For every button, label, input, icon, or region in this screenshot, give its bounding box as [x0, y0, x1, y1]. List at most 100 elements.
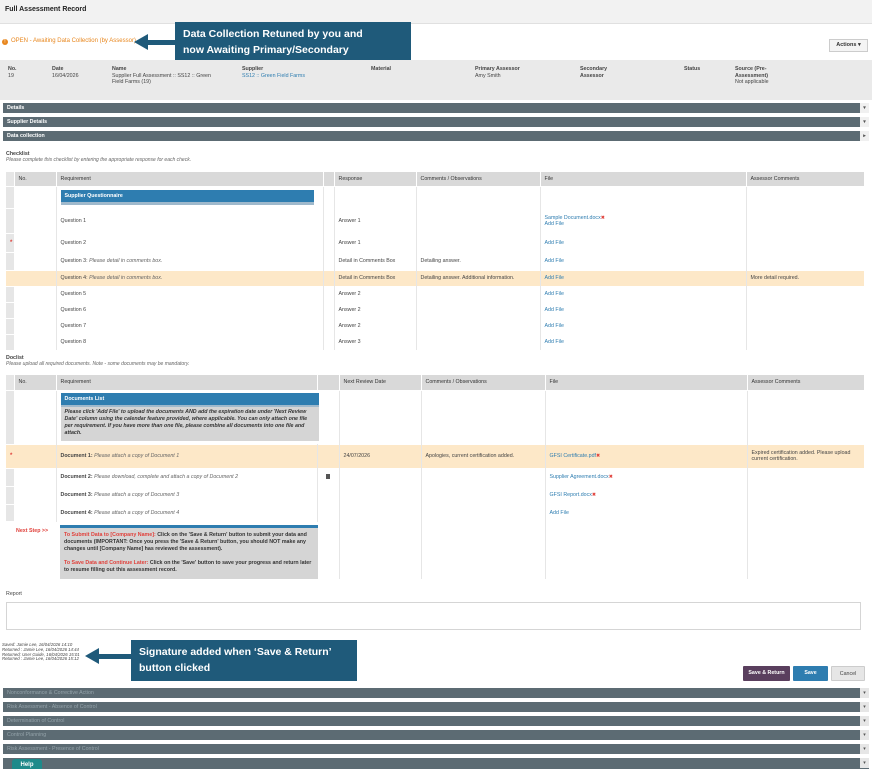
header-cell: [6, 172, 15, 186]
comments-cell[interactable]: [416, 207, 541, 233]
row-cell: [339, 389, 422, 444]
response-cell[interactable]: Detail in Comments Box: [334, 251, 417, 270]
comments-cell[interactable]: Detailing answer.: [416, 251, 541, 270]
download-document-icon[interactable]: [326, 473, 330, 479]
response-cell[interactable]: Answer 3: [334, 333, 417, 350]
save-button[interactable]: Save: [793, 666, 828, 681]
add-file-link[interactable]: Add File: [540, 333, 747, 350]
requirement-label: Document 3:: [60, 492, 95, 498]
save-and-return-button[interactable]: Save & Return: [743, 666, 790, 681]
response-cell[interactable]: Answer 1: [334, 232, 417, 252]
row-cell: [421, 520, 546, 579]
row-cell: [317, 503, 340, 521]
row-cell: [323, 207, 335, 233]
comments-cell[interactable]: [416, 301, 541, 318]
remove-file-icon[interactable]: ✖: [601, 215, 605, 221]
summary-value: Amy Smith: [475, 72, 501, 79]
response-cell[interactable]: Answer 2: [334, 317, 417, 334]
file-link[interactable]: Supplier Agreement.docx: [550, 474, 609, 480]
comments-cell[interactable]: [421, 467, 546, 486]
header-response: Response: [334, 172, 417, 186]
row-no: [14, 185, 57, 208]
comments-cell[interactable]: Apologies, current certification added.: [421, 443, 546, 468]
file-link[interactable]: GFSI Certificate.pdf: [550, 453, 597, 459]
add-file-link[interactable]: Add File: [540, 301, 747, 318]
checklist-subtitle: Please complete this checklist by enteri…: [6, 157, 192, 163]
comments-cell[interactable]: [416, 232, 541, 252]
response-cell[interactable]: Answer 1: [334, 207, 417, 233]
callout-arrow-shaft: [146, 40, 176, 45]
save-instruction: To Save Data and Continue Later: Click o…: [64, 560, 314, 574]
summary-no: No. 19: [8, 66, 17, 79]
section-supplier-details[interactable]: Supplier Details ▾: [3, 117, 869, 127]
requirement-instruction: Please detail in comments box.: [89, 258, 163, 264]
report-textarea[interactable]: [6, 602, 861, 630]
add-file-link[interactable]: Add File: [545, 503, 748, 521]
file-link[interactable]: GFSI Report.docx: [550, 492, 592, 498]
header-requirement: Requirement: [56, 375, 318, 390]
requirement-cell: Question 8: [56, 333, 324, 350]
top-bar: Full Assessment Record: [0, 0, 872, 24]
row-mark: [6, 185, 14, 208]
comments-cell[interactable]: [416, 317, 541, 334]
row-cell: [323, 269, 335, 286]
section-details[interactable]: Details ▾: [3, 103, 869, 113]
supplier-link[interactable]: SS12 :: Green Field Farms: [242, 73, 305, 80]
response-cell[interactable]: Detail in Comments Box: [334, 269, 417, 286]
add-file-link[interactable]: Add File: [540, 317, 747, 334]
cancel-button[interactable]: Cancel: [831, 666, 865, 681]
next-review-date[interactable]: [339, 503, 422, 521]
row-no: [14, 232, 57, 252]
section-nonconformance[interactable]: Nonconformance & Corrective Action ▾: [3, 688, 869, 698]
add-file-link[interactable]: Add File: [545, 221, 742, 227]
response-cell[interactable]: Answer 2: [334, 301, 417, 318]
section-data-collection[interactable]: Data collection ▸: [3, 131, 869, 141]
next-review-date[interactable]: 24/07/2026: [339, 443, 422, 468]
add-file-link[interactable]: Add File: [540, 285, 747, 302]
comments-cell[interactable]: [416, 333, 541, 350]
file-link[interactable]: Sample Document.docx: [545, 215, 601, 221]
summary-value: 16/04/2026: [52, 72, 79, 79]
summary-primary-assessor: Primary Assessor Amy Smith: [475, 66, 520, 79]
row-cell: [323, 251, 335, 270]
assessor-comments-cell: [746, 232, 864, 252]
section-label: Nonconformance & Corrective Action: [7, 690, 94, 696]
comments-cell[interactable]: [421, 503, 546, 521]
comments-cell[interactable]: [416, 285, 541, 302]
section-determination[interactable]: Determination of Control ▾: [3, 716, 869, 726]
add-file-link[interactable]: Add File: [540, 269, 747, 286]
add-file-link[interactable]: Add File: [540, 232, 747, 252]
required-mark: [6, 269, 14, 286]
help-button[interactable]: Help: [12, 759, 42, 769]
next-review-date[interactable]: [339, 467, 422, 486]
actions-button[interactable]: Actions ▾: [829, 39, 868, 52]
add-file-link[interactable]: Add File: [540, 251, 747, 270]
row-no: [14, 269, 57, 286]
remove-file-icon[interactable]: ✖: [592, 492, 596, 498]
row-cell: [323, 185, 335, 208]
section-risk-absence[interactable]: Risk Assessment - Absence of Control ▾: [3, 702, 869, 712]
section-control-planning[interactable]: Control Planning ▾: [3, 730, 869, 740]
status-text: OPEN - Awaiting Data Collection (by Asse…: [11, 38, 136, 44]
section-label: Risk Assessment - Absence of Control: [7, 704, 97, 710]
summary-supplier: Supplier SS12 :: Green Field Farms: [242, 66, 305, 79]
requirement-cell: Question 6: [56, 301, 324, 318]
summary-value: Field Farms (19): [112, 79, 151, 85]
status-indicator[interactable]: ! OPEN - Awaiting Data Collection (by Ass…: [2, 38, 136, 45]
documents-list-box: Documents List Please click 'Add File' t…: [60, 393, 319, 441]
response-cell[interactable]: Answer 2: [334, 285, 417, 302]
comments-cell[interactable]: Detailing answer. Additional information…: [416, 269, 541, 286]
row-cell: [317, 485, 340, 504]
header-cell: [323, 172, 335, 186]
file-cell: GFSI Certificate.pdf✖: [545, 443, 748, 468]
remove-file-icon[interactable]: ✖: [609, 474, 613, 480]
chevron-down-icon: ▾: [860, 758, 869, 768]
required-mark: [6, 333, 14, 350]
remove-file-icon[interactable]: ✖: [596, 453, 600, 459]
requirement-instruction: Please download, complete and attach a c…: [94, 474, 239, 480]
next-review-date[interactable]: [339, 485, 422, 504]
table-row: Question 3: Please detail in comments bo…: [6, 251, 864, 270]
row-cell: [545, 520, 748, 579]
comments-cell[interactable]: [421, 485, 546, 504]
section-risk-presence[interactable]: Risk Assessment - Presence of Control ▾: [3, 744, 869, 754]
